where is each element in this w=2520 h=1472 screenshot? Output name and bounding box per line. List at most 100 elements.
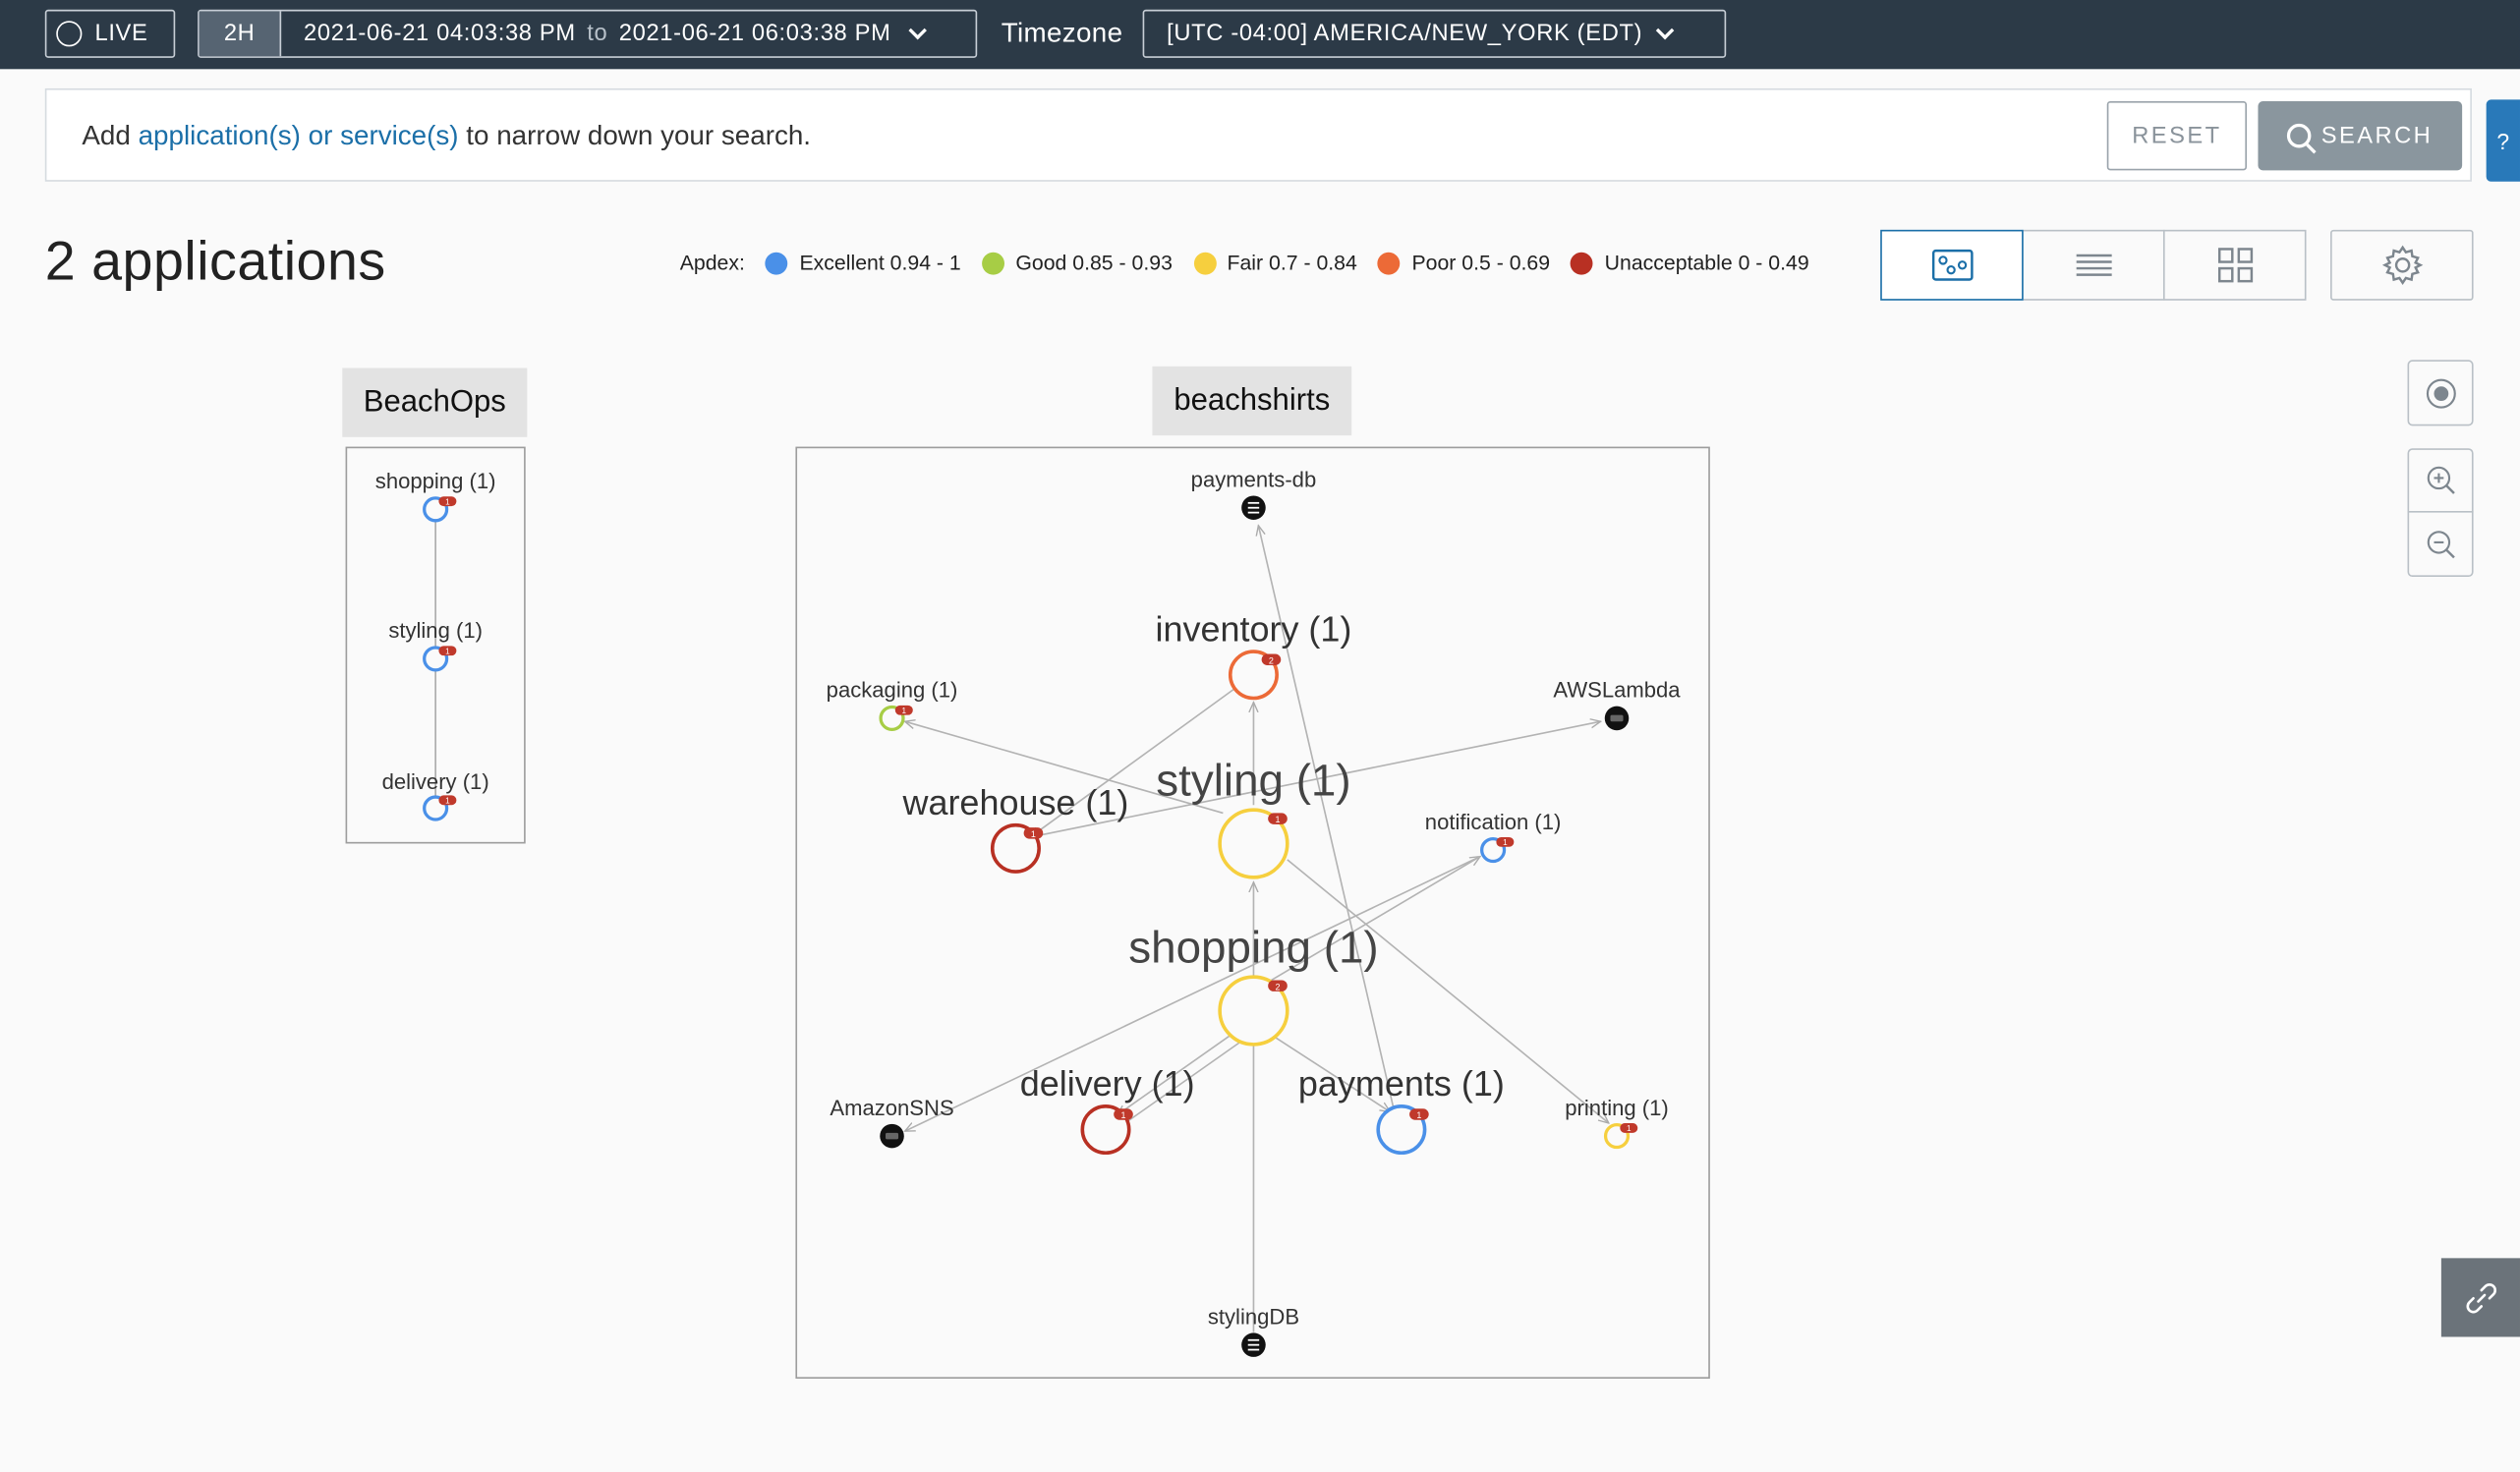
- service-node-amazonsns[interactable]: AmazonSNS: [830, 1096, 954, 1149]
- app-map-beachops[interactable]: shopping (1) 1 styling (1) 1 delivery (1…: [345, 446, 526, 844]
- range-start: 2021-06-21 04:03:38 PM: [304, 21, 576, 47]
- node-label: printing (1): [1565, 1096, 1668, 1120]
- page-title: 2 applications: [44, 231, 386, 293]
- zoom-in-button[interactable]: [2407, 448, 2474, 513]
- legend-dot: [1378, 251, 1402, 274]
- service-node-shopping[interactable]: shopping (1) 2: [1128, 922, 1379, 1047]
- search-button[interactable]: SEARCH: [2258, 101, 2463, 171]
- service-node-payments-db[interactable]: payments-db: [1191, 467, 1317, 520]
- error-badge-count: 1: [445, 497, 450, 506]
- link-icon: [2465, 1282, 2496, 1313]
- search-icon: [2287, 123, 2312, 148]
- share-link-button[interactable]: [2440, 1258, 2520, 1337]
- service-node-printing[interactable]: printing (1) 1: [1565, 1096, 1669, 1150]
- node-label: shopping (1): [375, 469, 496, 493]
- list-view-button[interactable]: [2022, 229, 2165, 301]
- time-range-picker[interactable]: 2H 2021-06-21 04:03:38 PM to 2021-06-21 …: [198, 9, 978, 58]
- legend-item-poor: Poor 0.5 - 0.69: [1378, 251, 1550, 275]
- legend-label: Poor 0.5 - 0.69: [1411, 251, 1551, 275]
- search-prefix: Add: [82, 120, 139, 151]
- node-label: notification (1): [1425, 810, 1562, 834]
- service-node-awslambda[interactable]: AWSLambda: [1553, 678, 1681, 731]
- recenter-button[interactable]: [2407, 360, 2474, 426]
- search-bar[interactable]: Add application(s) or service(s) to narr…: [44, 87, 2472, 182]
- error-badge-count: 1: [445, 648, 450, 656]
- node-label: inventory (1): [1156, 608, 1352, 649]
- node-label: stylingDB: [1208, 1304, 1299, 1329]
- recenter-icon: [2426, 377, 2456, 408]
- app-frame: LIVE 2H 2021-06-21 04:03:38 PM to 2021-0…: [0, 0, 2520, 1472]
- error-badge-count: 1: [1031, 829, 1036, 839]
- view-mode-toggle: [1880, 229, 2307, 301]
- grid-view-button[interactable]: [2162, 229, 2307, 301]
- node-label: styling (1): [1156, 755, 1350, 805]
- legend-label: Fair 0.7 - 0.84: [1227, 251, 1357, 275]
- top-bar: LIVE 2H 2021-06-21 04:03:38 PM to 2021-0…: [0, 0, 2520, 70]
- help-tab[interactable]: ?: [2486, 99, 2520, 182]
- legend-item-unacceptable: Unacceptable 0 - 0.49: [1571, 251, 1809, 275]
- map-view-button[interactable]: [1880, 229, 2024, 301]
- range-to-label: to: [587, 21, 608, 47]
- app-label-beachops[interactable]: BeachOps: [342, 368, 528, 437]
- node-label: delivery (1): [1020, 1063, 1195, 1104]
- zoom-in-icon: [2426, 466, 2455, 494]
- chevron-down-icon: [909, 21, 928, 39]
- app-map-beachshirts[interactable]: payments-db inventory (1) 2 packaging (1…: [795, 446, 1710, 1380]
- service-node-notification[interactable]: notification (1) 1: [1425, 810, 1562, 864]
- zoom-out-button[interactable]: [2407, 510, 2474, 578]
- reset-button[interactable]: RESET: [2106, 101, 2248, 171]
- legend-item-good: Good 0.85 - 0.93: [982, 251, 1173, 275]
- add-apps-link[interactable]: application(s) or service(s): [139, 121, 459, 151]
- apdex-legend-label: Apdex:: [679, 251, 745, 275]
- gear-icon: [2381, 245, 2423, 286]
- app-label-beachshirts[interactable]: beachshirts: [1152, 366, 1352, 436]
- legend-dot: [982, 251, 1004, 274]
- settings-button[interactable]: [2330, 229, 2474, 301]
- legend-item-excellent: Excellent 0.94 - 1: [766, 251, 961, 275]
- error-badge-count: 1: [1121, 1110, 1126, 1120]
- legend-dot: [1193, 251, 1217, 274]
- list-view-icon: [2075, 254, 2111, 276]
- chevron-down-icon: [1655, 21, 1675, 39]
- map-view-icon: [1931, 249, 1973, 281]
- live-circle-icon: [56, 21, 83, 47]
- search-prompt: Add application(s) or service(s) to narr…: [82, 121, 811, 153]
- service-node-inventory[interactable]: inventory (1) 2: [1156, 608, 1352, 701]
- node-label: packaging (1): [827, 678, 958, 703]
- service-node-payments[interactable]: payments (1) 1: [1298, 1063, 1505, 1156]
- service-node-styling[interactable]: styling (1) 1: [1156, 755, 1351, 879]
- search-button-label: SEARCH: [2320, 123, 2434, 149]
- error-badge-count: 2: [1275, 982, 1280, 991]
- error-badge-count: 1: [1627, 1124, 1632, 1133]
- service-graph-beachops: shopping (1) 1 styling (1) 1 delivery (1…: [375, 469, 496, 821]
- legend-label: Good 0.85 - 0.93: [1015, 251, 1173, 275]
- live-button[interactable]: LIVE: [44, 9, 176, 58]
- service-node-warehouse[interactable]: warehouse (1) 1: [901, 782, 1128, 874]
- error-badge-count: 2: [1269, 655, 1274, 665]
- node-label: warehouse (1): [901, 782, 1128, 822]
- service-node-delivery[interactable]: delivery (1) 1: [1020, 1063, 1195, 1156]
- timezone-label: Timezone: [1001, 17, 1123, 49]
- node-label: styling (1): [388, 618, 483, 643]
- search-suffix: to narrow down your search.: [458, 120, 812, 151]
- live-label: LIVE: [94, 21, 148, 47]
- legend-dot: [766, 251, 789, 274]
- service-graph-beachshirts: payments-db inventory (1) 2 packaging (1…: [827, 467, 1681, 1357]
- error-badge-count: 1: [902, 707, 907, 715]
- legend-item-fair: Fair 0.7 - 0.84: [1193, 251, 1357, 275]
- timezone-select[interactable]: [UTC -04:00] AMERICA/NEW_YORK (EDT): [1142, 9, 1727, 58]
- node-label: delivery (1): [382, 769, 489, 794]
- error-badge-count: 1: [445, 797, 450, 806]
- node-label: payments (1): [1298, 1063, 1505, 1104]
- error-badge-count: 1: [1416, 1110, 1421, 1120]
- service-node-shopping[interactable]: shopping (1) 1: [375, 469, 496, 523]
- node-label: AmazonSNS: [830, 1096, 953, 1120]
- apdex-legend: Apdex: Excellent 0.94 - 1 Good 0.85 - 0.…: [680, 251, 1830, 275]
- zoom-out-icon: [2426, 530, 2455, 558]
- service-node-packaging[interactable]: packaging (1) 1: [827, 678, 958, 732]
- range-preset[interactable]: 2H: [199, 11, 282, 57]
- node-label: shopping (1): [1128, 922, 1378, 972]
- grid-view-icon: [2217, 248, 2253, 283]
- error-badge-count: 1: [1503, 838, 1508, 847]
- legend-label: Excellent 0.94 - 1: [799, 251, 961, 275]
